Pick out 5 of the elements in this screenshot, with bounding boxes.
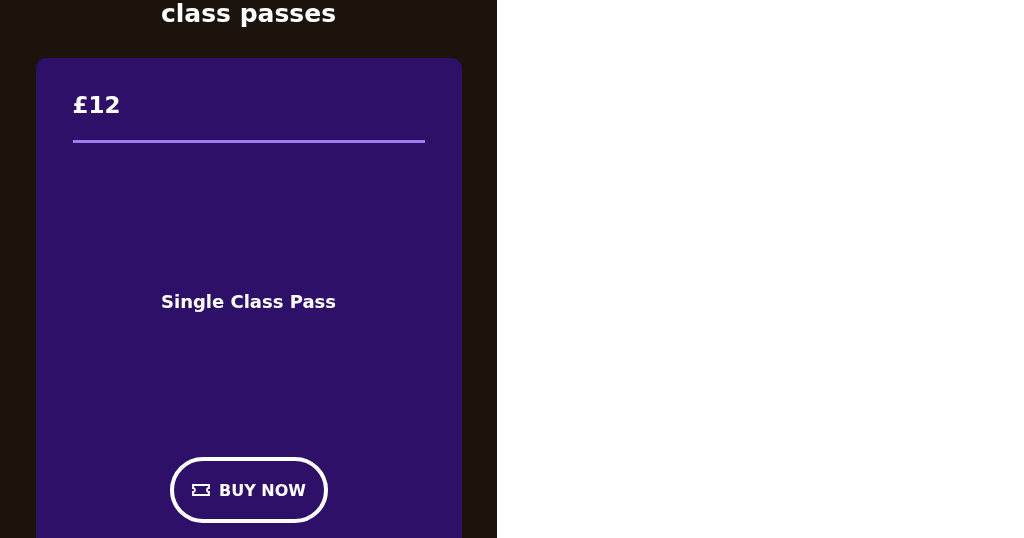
buy-now-button[interactable]: BUY NOW <box>169 457 328 523</box>
price: £12 <box>72 91 122 120</box>
section-heading: class passes <box>160 0 337 28</box>
ticket-icon <box>191 483 211 497</box>
pass-name: Single Class Pass <box>160 291 337 312</box>
